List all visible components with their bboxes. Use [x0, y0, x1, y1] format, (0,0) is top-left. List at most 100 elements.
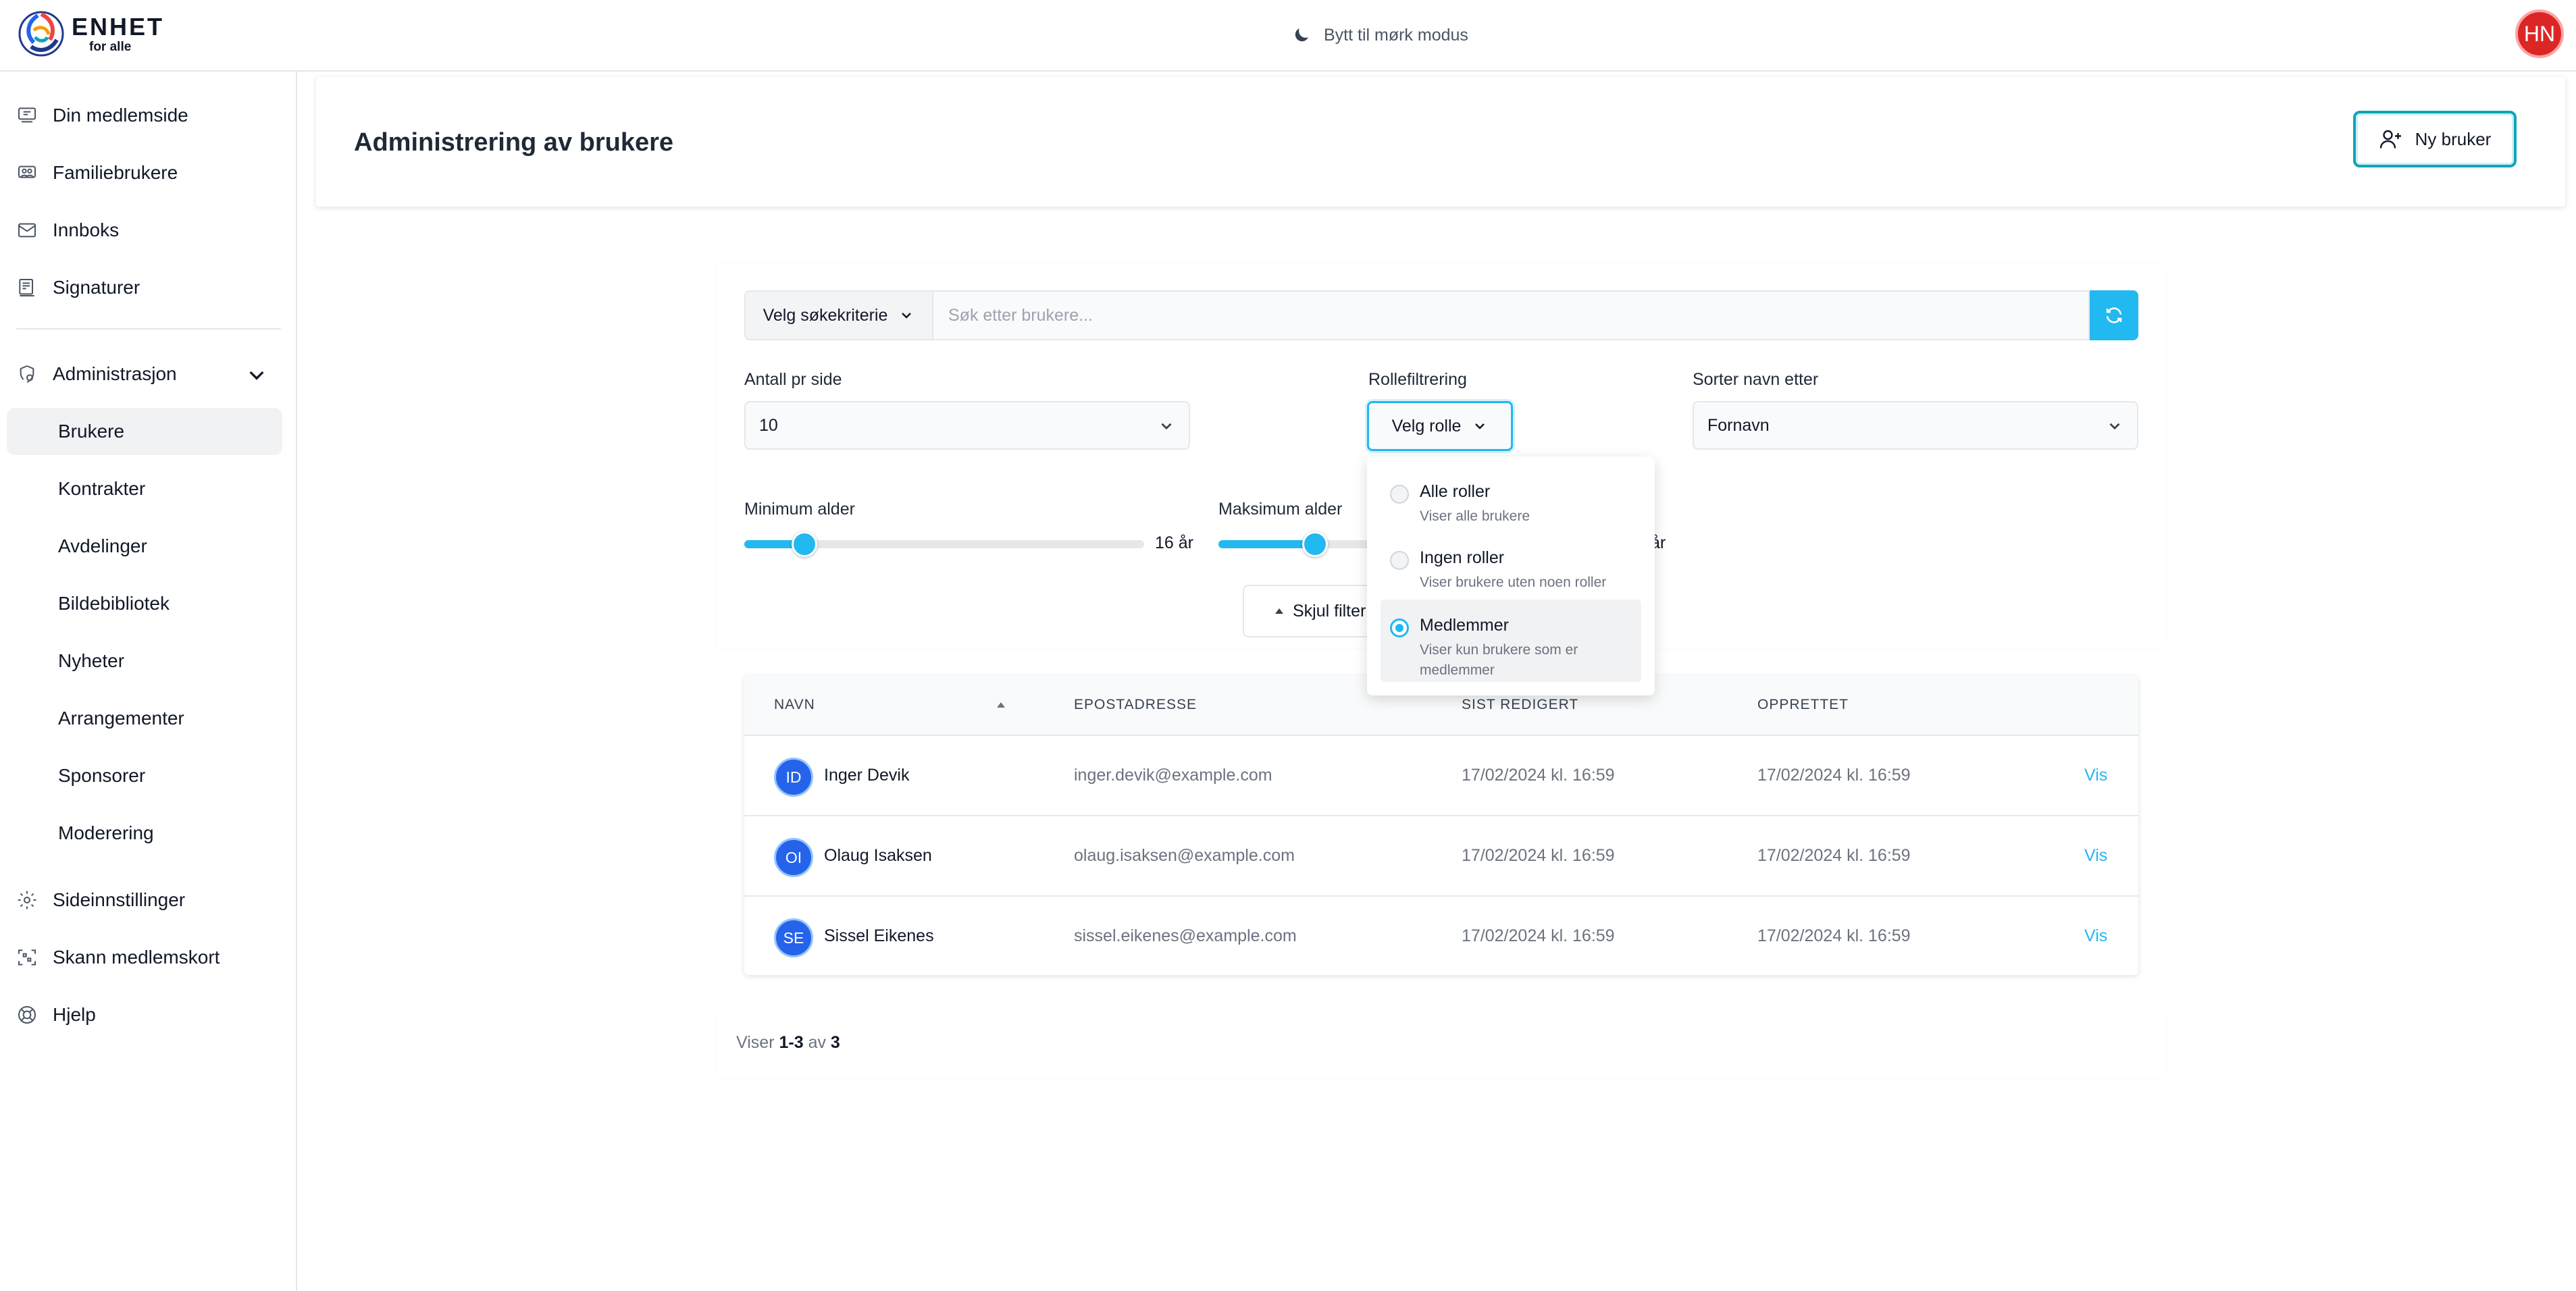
sidebar-item-label: Administrasjon [53, 363, 177, 384]
view-user-link[interactable]: Vis [2084, 766, 2107, 785]
avatar: SE [774, 918, 813, 957]
sort-select[interactable]: Fornavn [1693, 401, 2138, 450]
role-option-all[interactable]: Alle roller Viser alle brukere [1381, 466, 1641, 531]
chevron-down-icon [249, 371, 264, 380]
sidebar-item-innboks[interactable]: Innboks [7, 207, 282, 254]
user-name: Olaug Isaksen [824, 846, 932, 865]
gear-icon [18, 891, 36, 910]
min-age-label: Minimum alder [744, 500, 855, 519]
sidebar-item-administrasjon[interactable]: Administrasjon [7, 350, 282, 398]
sidebar-item-arrangementer[interactable]: Arrangementer [7, 695, 282, 742]
search-criteria-label: Velg søkekriterie [763, 305, 888, 325]
sidebar-item-avdelinger[interactable]: Avdelinger [7, 523, 282, 570]
sidebar-item-hjelp[interactable]: Hjelp [7, 991, 282, 1038]
logo-subtitle: for alle [89, 39, 132, 54]
admin-shield-icon [20, 365, 34, 383]
role-filter-button[interactable]: Velg rolle [1367, 401, 1513, 451]
sidebar-item-familiebrukere[interactable]: Familiebrukere [7, 149, 282, 196]
max-age-slider-thumb[interactable] [1302, 531, 1328, 557]
search-bar: Velg søkekriterie [744, 290, 2138, 340]
sidebar-item-label: Signaturer [53, 277, 140, 298]
pagination: Viser 1-3 av 3 [717, 1009, 2165, 1079]
sidebar-item-label: Nyheter [58, 650, 125, 671]
caret-up-icon [1275, 608, 1283, 614]
users-table: NAVN EPOSTADRESSE SIST REDIGERT OPPRETTE… [744, 675, 2138, 975]
radio-button[interactable] [1390, 551, 1409, 570]
family-icon [18, 165, 36, 178]
user-created: 17/02/2024 kl. 16:59 [1757, 846, 1911, 865]
sidebar-item-label: Innboks [53, 219, 120, 240]
sidebar-item-skann-medlemskort[interactable]: Skann medlemskort [7, 934, 282, 981]
role-option-none[interactable]: Ingen roller Viser brukere uten noen rol… [1381, 532, 1641, 597]
user-avatar[interactable]: HN [2515, 9, 2564, 58]
view-user-link[interactable]: Vis [2084, 846, 2107, 866]
sidebar-item-label: Bildebibliotek [58, 593, 170, 614]
sidebar-item-nyheter[interactable]: Nyheter [7, 637, 282, 685]
per-page-select[interactable]: 10 [744, 401, 1190, 450]
logo[interactable]: ENHET for alle [18, 9, 164, 58]
refresh-icon [2106, 307, 2122, 323]
page-header: Administrering av brukere Ny bruker [316, 77, 2565, 207]
dark-mode-label: Bytt til mørk modus [1324, 25, 1468, 45]
mail-icon [18, 223, 36, 238]
sidebar-item-brukere[interactable]: Brukere [7, 408, 282, 455]
role-option-title: Medlemmer [1420, 616, 1509, 635]
sidebar: Din medlemside Familiebrukere Innboks Si… [0, 72, 297, 1291]
chevron-down-icon [2109, 423, 2120, 430]
scan-icon [18, 949, 36, 966]
top-bar: ENHET for alle Bytt til mørk modus HN [0, 0, 2576, 72]
new-user-button[interactable]: Ny bruker [2353, 111, 2517, 167]
sidebar-item-label: Sponsorer [58, 765, 146, 786]
sidebar-item-label: Moderering [58, 822, 154, 843]
hide-filter-label: Skjul filter [1293, 601, 1366, 621]
sidebar-item-moderering[interactable]: Moderering [7, 810, 282, 857]
logo-title: ENHET [72, 12, 165, 41]
user-email: olaug.isaksen@example.com [1074, 846, 1295, 865]
chevron-down-icon [902, 313, 912, 319]
role-filter-value: Velg rolle [1391, 416, 1462, 436]
pagination-of: av [808, 1033, 826, 1052]
sidebar-item-label: Arrangementer [58, 708, 184, 729]
search-input[interactable] [933, 290, 2090, 340]
add-user-icon [2379, 130, 2401, 149]
role-option-description: Viser brukere uten noen roller [1420, 575, 1607, 590]
sidebar-item-sideinnstillinger[interactable]: Sideinnstillinger [7, 876, 282, 924]
sidebar-item-label: Din medlemside [53, 105, 188, 126]
radio-button[interactable] [1390, 485, 1409, 504]
pagination-summary: Viser 1-3 av 3 [736, 1033, 840, 1053]
role-dropdown-menu: Alle roller Viser alle brukere Ingen rol… [1367, 456, 1655, 695]
pagination-total: 3 [830, 1033, 840, 1052]
user-last-edited: 17/02/2024 kl. 16:59 [1462, 766, 1615, 785]
avatar: OI [774, 838, 813, 877]
chevron-down-icon [1161, 423, 1172, 430]
min-age-slider-thumb[interactable] [792, 531, 817, 557]
sidebar-item-din-medlemside[interactable]: Din medlemside [7, 92, 282, 139]
column-header-created: OPPRETTET [1757, 697, 1849, 712]
user-name: Sissel Eikenes [824, 926, 934, 945]
pagination-prefix: Viser [736, 1033, 775, 1052]
view-user-link[interactable]: Vis [2084, 926, 2107, 946]
role-filter-label: Rollefiltrering [1368, 370, 1467, 389]
sidebar-divider [16, 328, 281, 330]
user-created: 17/02/2024 kl. 16:59 [1757, 766, 1911, 785]
sidebar-item-bildebibliotek[interactable]: Bildebibliotek [7, 580, 282, 627]
pagination-range: 1-3 [779, 1033, 804, 1052]
dark-mode-toggle[interactable]: Bytt til mørk modus [1291, 20, 1468, 50]
refresh-button[interactable] [2090, 290, 2138, 340]
table-row: ID Inger Devik inger.devik@example.com 1… [744, 735, 2138, 814]
column-header-last-edited: SIST REDIGERT [1462, 697, 1579, 712]
sort-value: Fornavn [1707, 415, 1770, 435]
search-criteria-dropdown[interactable]: Velg søkekriterie [744, 290, 933, 340]
role-option-members[interactable]: Medlemmer Viser kun brukere som er medle… [1381, 600, 1641, 682]
sidebar-item-kontrakter[interactable]: Kontrakter [7, 465, 282, 512]
profile-card-icon [18, 107, 36, 123]
sidebar-item-signaturer[interactable]: Signaturer [7, 264, 282, 311]
radio-button-selected[interactable] [1390, 618, 1409, 637]
column-header-name[interactable]: NAVN [774, 697, 815, 713]
sidebar-item-label: Brukere [58, 421, 125, 442]
sort-asc-icon[interactable] [996, 700, 1006, 710]
user-last-edited: 17/02/2024 kl. 16:59 [1462, 926, 1615, 945]
chevron-down-icon [1475, 423, 1485, 429]
role-option-title: Alle roller [1420, 482, 1491, 501]
sidebar-item-sponsorer[interactable]: Sponsorer [7, 752, 282, 799]
